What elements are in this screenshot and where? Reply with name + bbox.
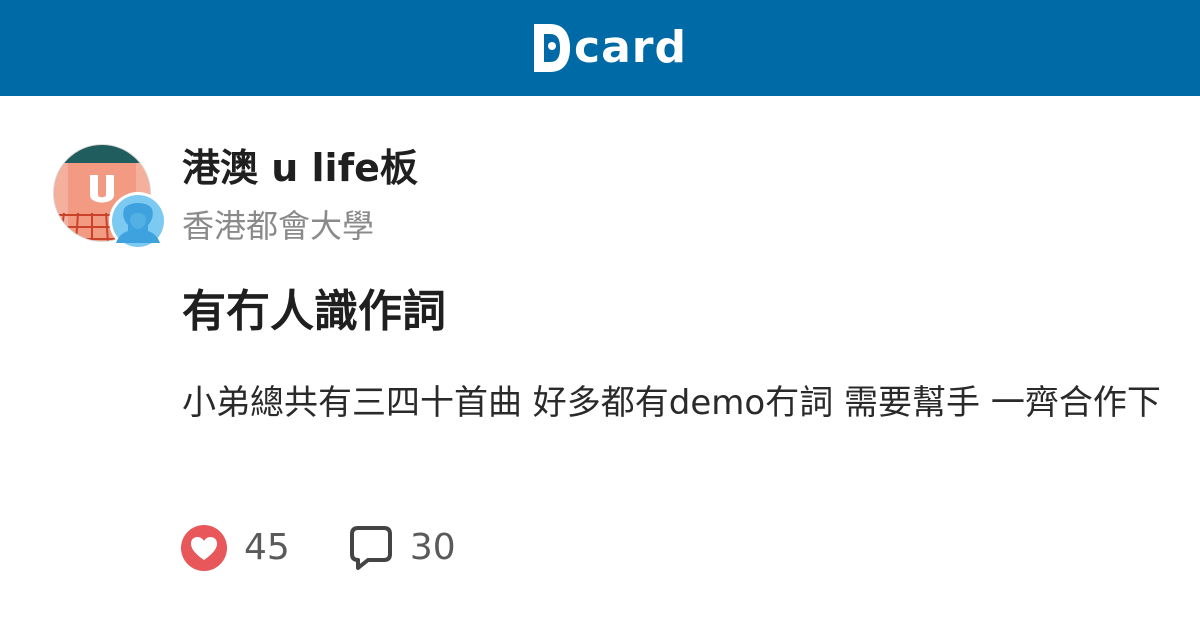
author-avatar[interactable] xyxy=(108,191,168,251)
post-stats: 45 30 xyxy=(180,520,456,576)
post-title[interactable]: 有冇人識作詞 xyxy=(182,280,446,344)
logo-text: card xyxy=(574,22,687,73)
post-excerpt: 小弟總共有三四十首曲 好多都有demo冇詞 需要幫手 一齊合作下 xyxy=(182,383,1161,423)
comment-count: 30 xyxy=(409,527,456,568)
heart-icon[interactable] xyxy=(180,524,228,572)
like-count: 45 xyxy=(244,527,290,568)
anonymous-user-icon xyxy=(109,192,167,250)
forum-name[interactable]: 港澳 u life板 xyxy=(182,140,418,196)
dcard-logo[interactable]: card xyxy=(530,20,687,76)
top-bar: card xyxy=(0,0,1200,96)
dcard-logo-icon xyxy=(534,24,570,72)
comment-icon[interactable] xyxy=(346,524,394,572)
school-name: 香港都會大學 xyxy=(182,207,375,245)
